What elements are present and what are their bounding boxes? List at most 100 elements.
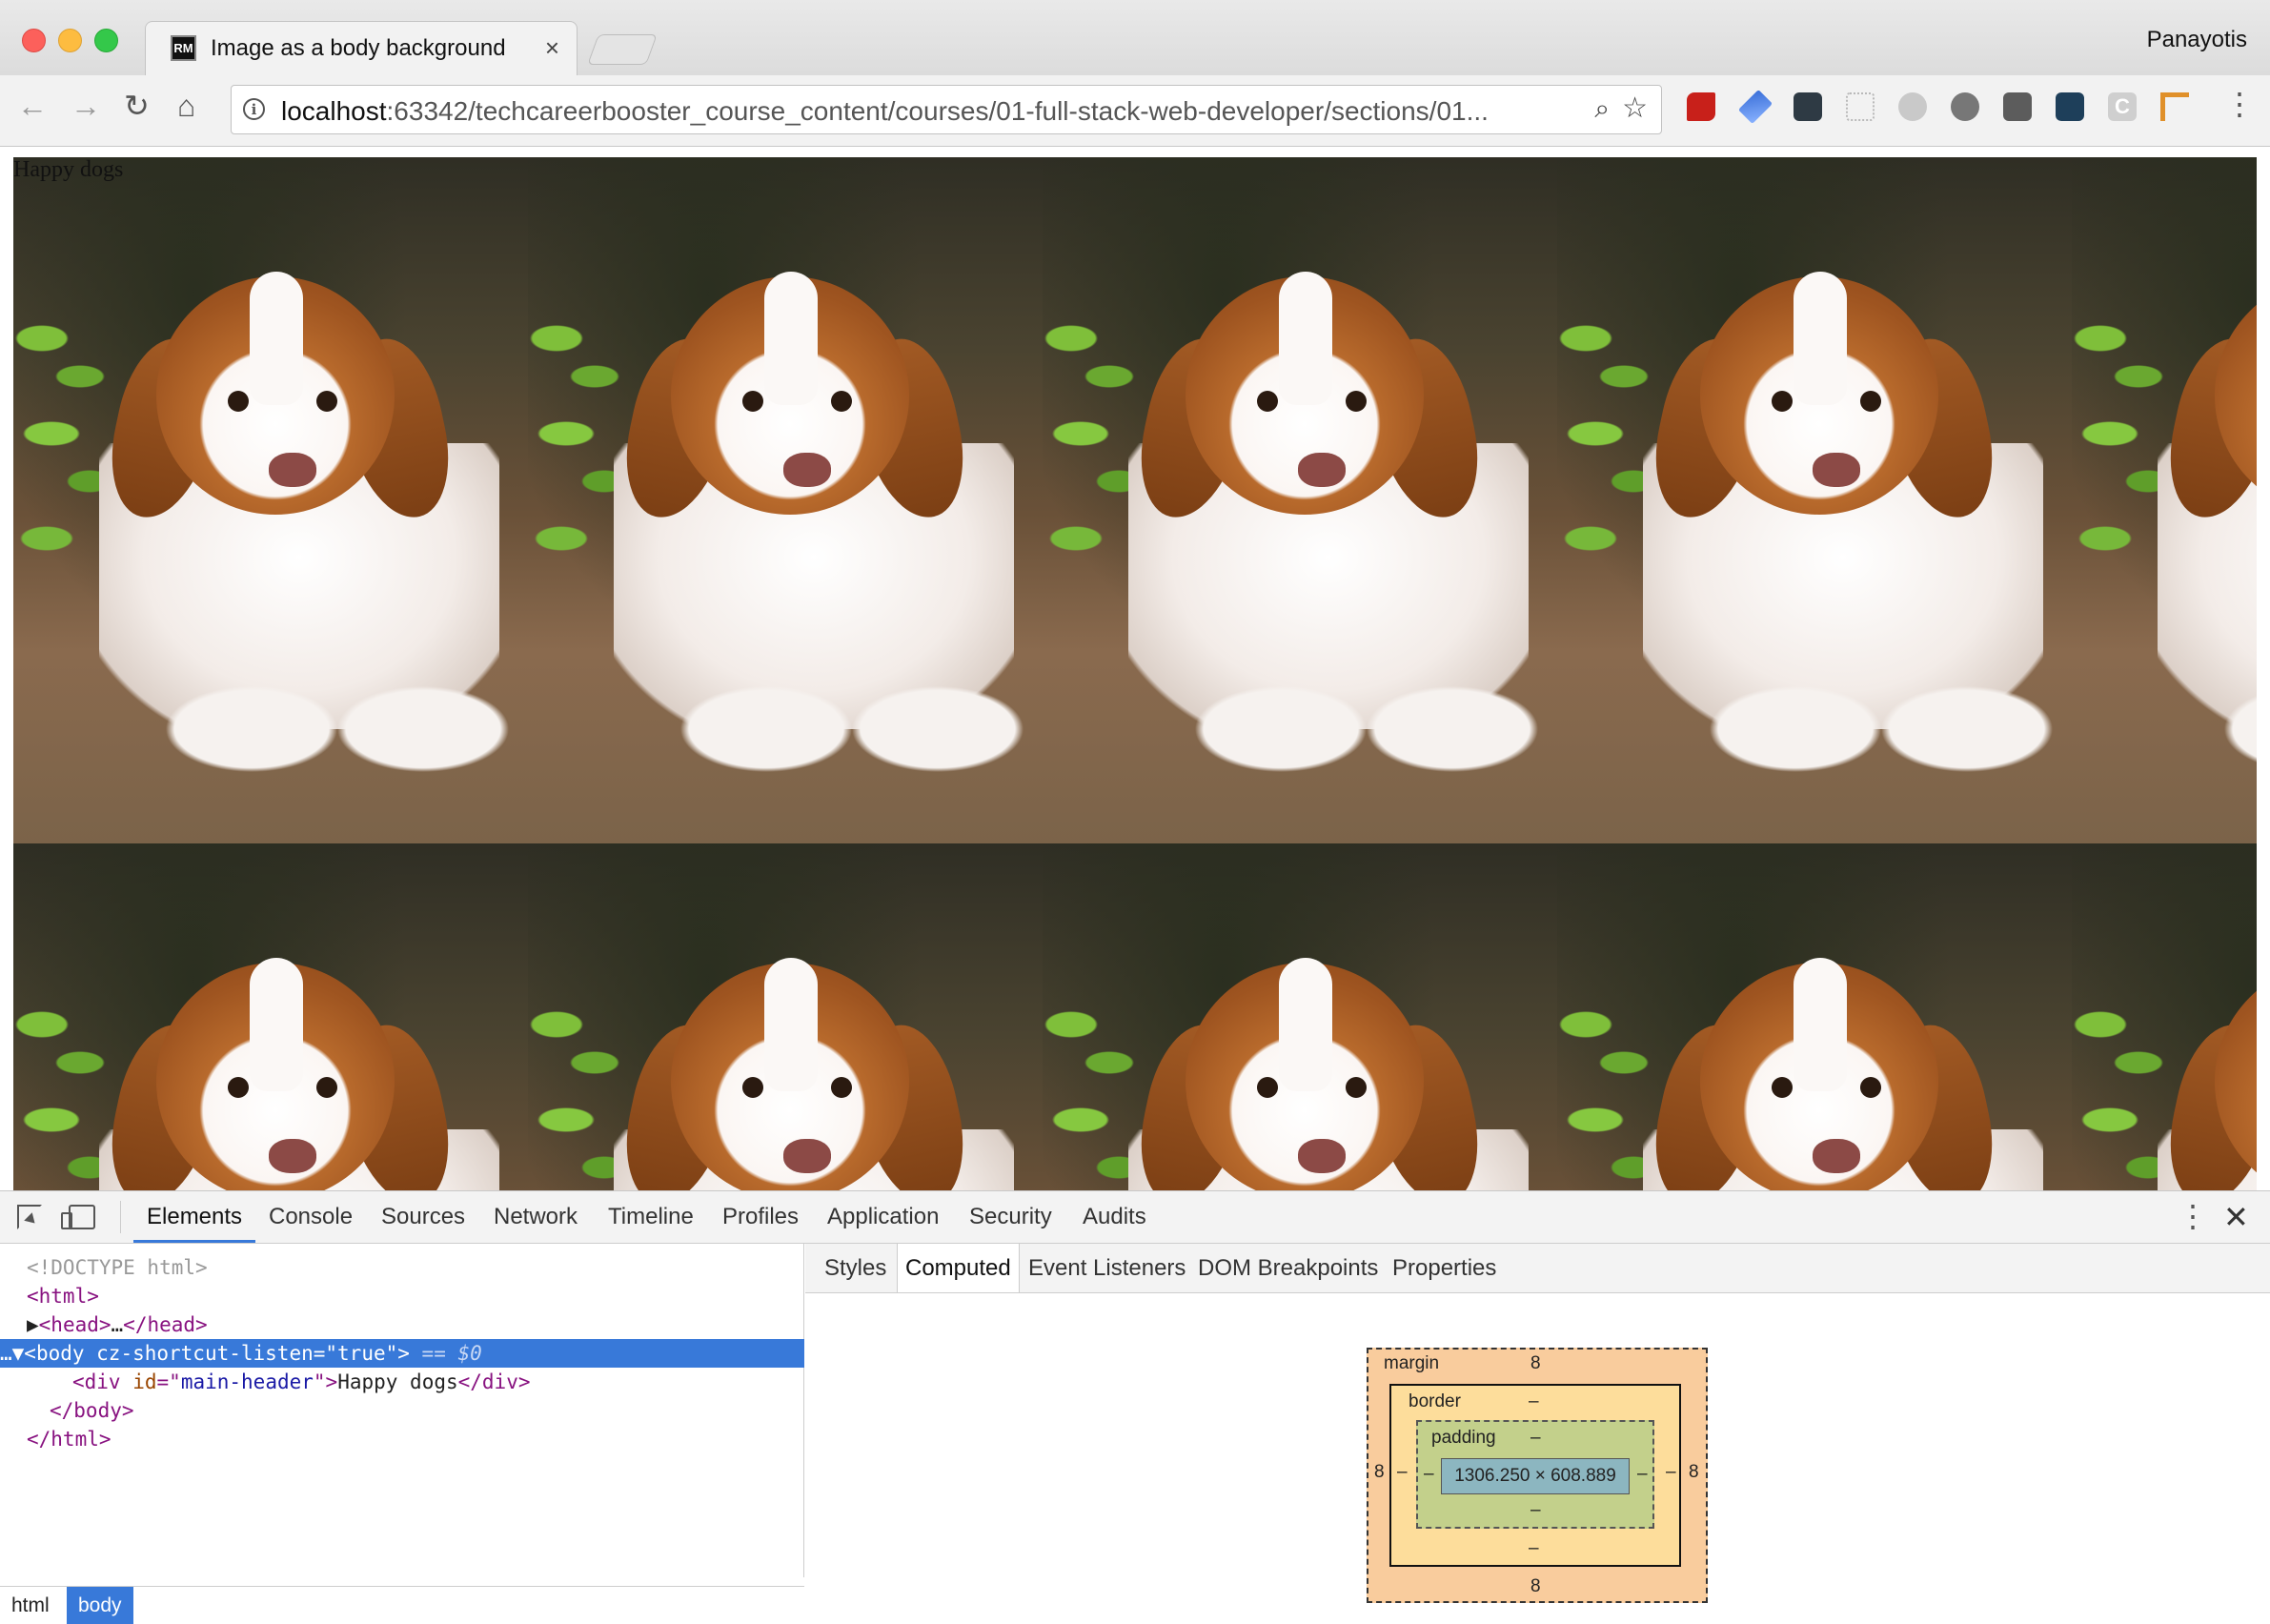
url-path: :63342/techcareerbooster_course_content/… (386, 96, 1489, 126)
puppy-background-tile (2072, 843, 2257, 1190)
close-window-button[interactable] (22, 29, 46, 52)
browser-toolbar: ← → ↻ ⌂ i localhost:63342/techcareerboos… (0, 75, 2270, 147)
dom-html-open[interactable]: <html> (27, 1282, 831, 1310)
puppy-background-tile (13, 157, 528, 843)
puppy-paws (166, 672, 509, 786)
tab-computed[interactable]: Computed (897, 1244, 1020, 1292)
skype-icon[interactable] (1898, 92, 1927, 121)
margin-top-value[interactable]: 8 (1530, 1353, 1541, 1374)
site-info-icon[interactable]: i (243, 98, 265, 120)
puppy-nose (783, 453, 831, 487)
devtools-panel: Elements Console Sources Network Timelin… (0, 1190, 2270, 1624)
tab-audits[interactable]: Audits (1083, 1191, 1146, 1243)
box-model-padding[interactable]: padding – – – – 1306.250 × 608.889 (1416, 1420, 1654, 1529)
lastpass-icon[interactable] (1687, 92, 1715, 121)
dom-head[interactable]: ▶<head>…</head> (27, 1310, 831, 1339)
puppy-nose (269, 453, 316, 487)
padding-left-value[interactable]: – (1424, 1464, 1434, 1485)
eyedropper-icon[interactable] (1737, 89, 1773, 125)
tab-styles[interactable]: Styles (824, 1244, 886, 1292)
border-top-value[interactable]: – (1529, 1391, 1539, 1412)
tree-icon[interactable] (1846, 92, 1875, 121)
forward-arrow-icon[interactable]: → (71, 91, 101, 121)
devtools-close-icon[interactable]: ✕ (2223, 1199, 2249, 1235)
dom-doctype[interactable]: <!DOCTYPE html> (27, 1253, 831, 1282)
ghostery-icon[interactable] (2056, 92, 2084, 121)
device-toolbar-icon[interactable] (61, 1205, 95, 1229)
margin-right-value[interactable]: 8 (1689, 1462, 1699, 1483)
dom-body-selected[interactable]: …▼<body cz-shortcut-listen="true"> == $0 (0, 1339, 804, 1368)
home-icon[interactable]: ⌂ (177, 91, 195, 121)
dom-html-close[interactable]: </html> (27, 1425, 831, 1453)
new-tab-button[interactable] (587, 34, 658, 65)
bookmark-star-icon[interactable]: ☆ (1622, 91, 1648, 125)
puppy-blaze (1794, 272, 1847, 405)
tab-security[interactable]: Security (969, 1191, 1052, 1243)
dom-body-close[interactable]: </body> (50, 1396, 854, 1425)
devtools-menu-icon[interactable]: ⋮ (2178, 1201, 2208, 1231)
tab-profiles[interactable]: Profiles (722, 1191, 799, 1243)
puppy-blaze (1794, 958, 1847, 1091)
puppy-background-tile (1557, 843, 2072, 1190)
toolbar-divider (120, 1201, 121, 1233)
div-attr-value: main-header (180, 1370, 314, 1393)
border-right-value[interactable]: – (1666, 1462, 1676, 1483)
page-viewport: Happy dogs (0, 148, 2270, 1190)
profile-name[interactable]: Panayotis (2147, 27, 2247, 53)
puppy-right-eye (831, 1077, 852, 1098)
tab-application[interactable]: Application (827, 1191, 939, 1243)
tab-event-listeners[interactable]: Event Listeners (1028, 1244, 1186, 1292)
padding-right-value[interactable]: – (1637, 1464, 1648, 1485)
div-close-tag: </div> (457, 1370, 531, 1393)
tab-close-icon[interactable]: × (545, 33, 559, 63)
tab-console[interactable]: Console (269, 1191, 353, 1243)
evernote-icon[interactable] (1794, 92, 1822, 121)
browser-tab[interactable]: RM Image as a body background × (145, 21, 578, 75)
padding-top-value[interactable]: – (1530, 1428, 1541, 1449)
breadcrumb-body[interactable]: body (67, 1587, 133, 1624)
zoom-icon[interactable]: ⌕ (1594, 93, 1610, 125)
c-ext-icon[interactable]: C (2108, 92, 2137, 121)
puppy-paws (2224, 672, 2257, 786)
tab-elements[interactable]: Elements (133, 1191, 256, 1243)
tab-sources[interactable]: Sources (381, 1191, 465, 1243)
margin-left-value[interactable]: 8 (1374, 1462, 1385, 1483)
breadcrumb-html[interactable]: html (0, 1587, 61, 1624)
browser-menu-icon[interactable]: ⋮ (2224, 89, 2255, 119)
puppy-right-eye (1346, 1077, 1367, 1098)
box-model-border[interactable]: border – – – – padding – – – – 1306.250 … (1389, 1384, 1681, 1567)
puppy-background-tile (2072, 157, 2257, 843)
settings-ext-icon[interactable] (1951, 92, 1979, 121)
dom-div-main-header[interactable]: <div id="main-header">Happy dogs</div> (72, 1368, 877, 1396)
tab-network[interactable]: Network (494, 1191, 578, 1243)
puppy-background-tile (528, 843, 1043, 1190)
margin-bottom-value[interactable]: 8 (1530, 1576, 1541, 1597)
padding-label: padding (1431, 1428, 1496, 1448)
padding-bottom-value[interactable]: – (1530, 1500, 1541, 1521)
puppy-right-eye (1860, 1077, 1881, 1098)
body-expand-icon[interactable]: …▼ (0, 1342, 24, 1365)
puppy-nose (269, 1139, 316, 1173)
tab-dom-breakpoints[interactable]: DOM Breakpoints (1198, 1244, 1378, 1292)
minimize-window-button[interactable] (58, 29, 82, 52)
reload-icon[interactable]: ↻ (124, 91, 150, 121)
tab-properties[interactable]: Properties (1392, 1244, 1496, 1292)
ruler-icon[interactable] (2160, 92, 2189, 121)
tab-timeline[interactable]: Timeline (608, 1191, 694, 1243)
puppy-nose (1813, 1139, 1860, 1173)
address-bar[interactable]: i localhost:63342/techcareerbooster_cour… (231, 85, 1662, 134)
head-ellipsis: … (111, 1313, 124, 1336)
puppy-left-eye (228, 1077, 249, 1098)
zoom-window-button[interactable] (94, 29, 118, 52)
border-left-value[interactable]: – (1397, 1462, 1408, 1483)
dark-ext-icon[interactable] (2003, 92, 2032, 121)
box-model-content[interactable]: 1306.250 × 608.889 (1441, 1458, 1630, 1494)
border-bottom-value[interactable]: – (1529, 1538, 1539, 1559)
back-arrow-icon[interactable]: ← (17, 91, 48, 121)
puppy-left-eye (1772, 1077, 1793, 1098)
inspect-element-icon[interactable] (17, 1205, 42, 1229)
body-attr-eq: =" (313, 1342, 338, 1365)
url-text[interactable]: localhost:63342/techcareerbooster_course… (281, 96, 1489, 127)
puppy-background-tile (1557, 157, 2072, 843)
puppy-left-eye (742, 1077, 763, 1098)
